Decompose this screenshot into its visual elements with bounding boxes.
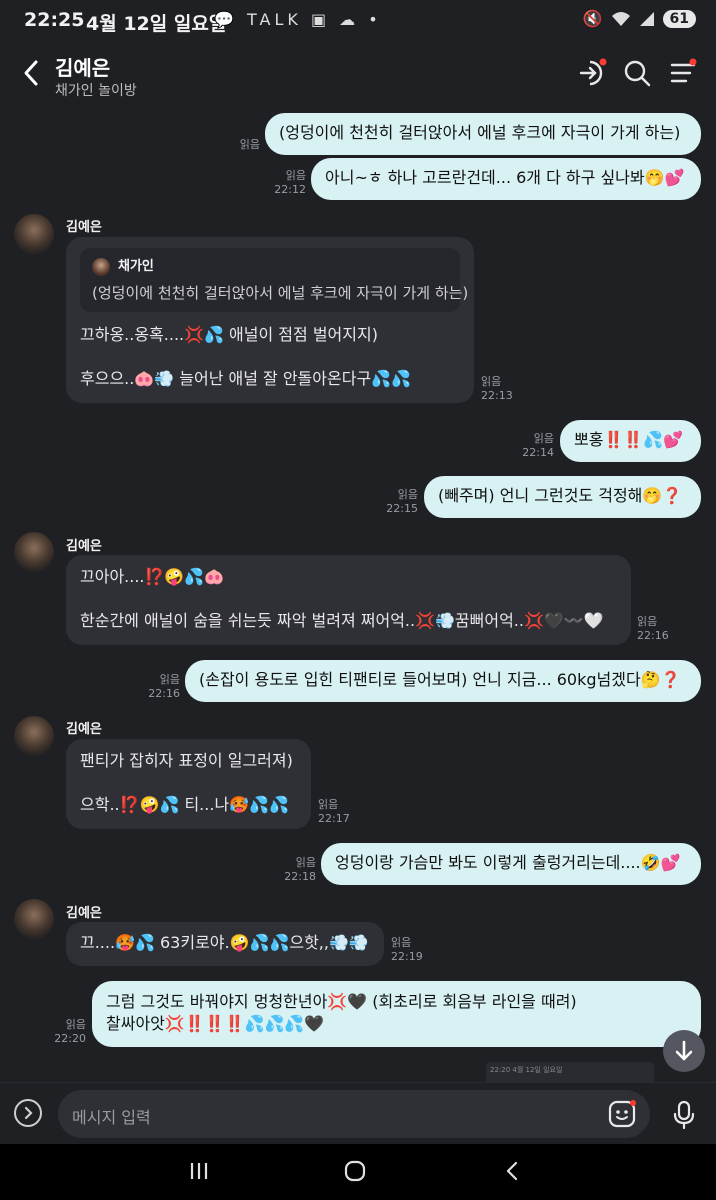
system-navigation-bar [0,1144,716,1200]
home-icon[interactable] [344,1160,366,1182]
sender-name: 김예은 [66,906,102,921]
message-bubble-sent[interactable]: (빼주며) 언니 그런것도 걱정해🤭❓ [424,476,701,518]
message-line: 끄....🥵💦 63키로야.🤪💦💦으핫,,💨💨 [80,933,369,952]
message-bubble-received[interactable]: 끄아아....⁉️🤪💦🐽 한순간에 애널이 숨을 쉬는듯 짜악 벌려져 쩌어억.… [66,555,631,645]
message-line: 끄아아....⁉️🤪💦🐽 [80,567,225,586]
read-receipt: 읽음 [285,169,306,182]
message-meta: 읽음 22:20 [52,1018,86,1046]
chevron-right-icon [24,1106,33,1120]
message-bubble-sent[interactable]: 그럼 그것도 바꿔야지 멍청한년아💢🖤 (회초리로 회음부 라인을 때려) 찰싸… [92,981,701,1047]
reply-quote[interactable]: 채가인 (엉덩이에 천천히 걸터앉아서 에널 후크에 자극이 가게 하는) [80,248,469,312]
read-receipt: 읽음 [159,673,180,686]
message-line: 그럼 그것도 바꿔야지 멍청한년아💢🖤 (회초리로 회음부 라인을 때려) [106,992,577,1011]
message-meta: 읽음 22:18 [282,856,316,884]
microphone-icon[interactable] [670,1100,698,1130]
quote-text: (엉덩이에 천천히 걸터앉아서 에널 후크에 자극이 가게 하는) [92,284,469,302]
message-line: 한순간에 애널이 숨을 쉬는듯 짜악 벌려져 쩌어억..💢💨꿈뻐어억..💢🖤〰️… [80,611,604,630]
read-receipt: 읽음 [295,856,316,869]
message-meta: 읽음 22:12 [270,169,306,197]
message-meta: 읽음 22:14 [520,432,554,460]
arrow-down-icon [675,1040,693,1061]
recent-apps-icon[interactable] [188,1160,210,1182]
system-status-icons: 🔇 61 [583,9,696,28]
avatar[interactable] [14,532,54,572]
mute-icon: 🔇 [582,9,603,28]
chat-subtitle: 채가인 놀이방 [55,83,137,99]
notification-icons: 💬 TALK ▣ ☁ • [214,10,382,29]
message-meta: 읽음 [232,138,260,152]
message-meta: 읽음 22:15 [384,488,418,516]
message-time: 22:16 [637,629,669,642]
read-receipt: 읽음 [391,936,412,949]
read-receipt: 읽음 [533,432,554,445]
quote-avatar [92,258,110,276]
message-bubble-sent[interactable]: 아니~ㅎ 하나 고르란건데... 6개 다 하구 싶나봐🤭💕 [311,158,701,200]
sender-name: 김예은 [66,722,102,737]
message-time: 22:12 [274,183,306,196]
avatar[interactable] [14,899,54,939]
message-time: 22:18 [284,870,316,883]
image-preview-thumbnail[interactable]: 22:20 4월 12일 일요일 [486,1062,654,1084]
menu-icon[interactable] [668,58,698,88]
message-time: 22:19 [391,950,423,963]
message-meta: 읽음 22:16 [146,673,180,701]
avatar[interactable] [14,716,54,756]
enter-room-icon[interactable] [578,58,608,88]
scroll-to-bottom-button[interactable] [663,1030,705,1072]
chat-header: 김예은 채가인 놀이방 [0,44,716,108]
signal-icon [639,11,654,26]
message-bubble-sent[interactable]: (엉덩이에 천천히 걸터앉아서 에널 후크에 자극이 가게 하는) [265,113,701,155]
read-receipt: 읽음 [239,138,260,151]
message-time: 22:17 [318,812,350,825]
status-bar: 22:25 4월 12일 일요일 💬 TALK ▣ ☁ • 🔇 61 [0,0,716,44]
message-line: 팬티가 잡히자 표정이 일그러져) [80,751,293,770]
message-meta: 읽음 22:19 [391,936,423,964]
message-bubble-received[interactable]: 팬티가 잡히자 표정이 일그러져) 으학..⁉️🤪💦 티...나🥵💦💦 [66,739,311,829]
message-bubble-sent[interactable]: (손잡이 용도로 입힌 티팬티로 들어보며) 언니 지금... 60kg넘겠다🤔… [185,660,701,702]
message-line: 끄하옹..옹혹....💢💦 애널이 점점 벌어지지) [80,325,378,344]
status-time: 22:25 [24,9,85,31]
search-icon[interactable] [622,58,652,88]
message-bubble-sent[interactable]: 뽀홍‼️‼️💦💕 [560,420,701,462]
message-input-bar: 메시지 입력 [0,1082,716,1145]
message-time: 22:14 [522,446,554,459]
message-meta: 읽음 22:16 [637,615,669,643]
message-line: 찰싸아앗💢‼️‼️‼️💦💦💦🖤 [106,1014,325,1033]
message-input-placeholder: 메시지 입력 [72,1108,151,1127]
avatar[interactable] [14,214,54,254]
emoji-icon[interactable] [608,1100,636,1128]
message-bubble-received[interactable]: 끄....🥵💦 63키로야.🤪💦💦으핫,,💨💨 [66,922,384,966]
message-line: 후으으..🐽💨 늘어난 애널 잘 안돌아온다구💦💦 [80,369,412,388]
message-input[interactable]: 메시지 입력 [58,1090,650,1138]
chat-title: 김예은 [55,56,111,80]
message-bubble-sent[interactable]: 엉덩이랑 가슴만 봐도 이렇게 출렁거리는데....🤣💕 [321,843,701,885]
message-bubble-received[interactable]: 채가인 (엉덩이에 천천히 걸터앉아서 에널 후크에 자극이 가게 하는) 끄하… [66,237,474,403]
message-meta: 읽음 22:13 [481,375,513,403]
read-receipt: 읽음 [481,375,502,388]
message-time: 22:13 [481,389,513,402]
read-receipt: 읽음 [65,1018,86,1031]
message-meta: 읽음 22:17 [318,798,350,826]
sender-name: 김예은 [66,220,102,235]
message-time: 22:15 [386,502,418,515]
message-time: 22:16 [148,687,180,700]
sender-name: 김예은 [66,539,102,554]
attach-button[interactable] [14,1099,42,1127]
wifi-icon [611,11,630,26]
message-time: 22:20 [54,1032,86,1045]
back-arrow-icon[interactable] [18,56,46,90]
read-receipt: 읽음 [318,798,339,811]
read-receipt: 읽음 [637,615,658,628]
read-receipt: 읽음 [397,488,418,501]
battery-indicator: 61 [662,9,696,28]
back-nav-icon[interactable] [502,1160,524,1182]
status-date: 4월 12일 일요일 [86,13,227,35]
message-line: 으학..⁉️🤪💦 티...나🥵💦💦 [80,795,289,814]
quote-sender: 채가인 [118,259,154,274]
